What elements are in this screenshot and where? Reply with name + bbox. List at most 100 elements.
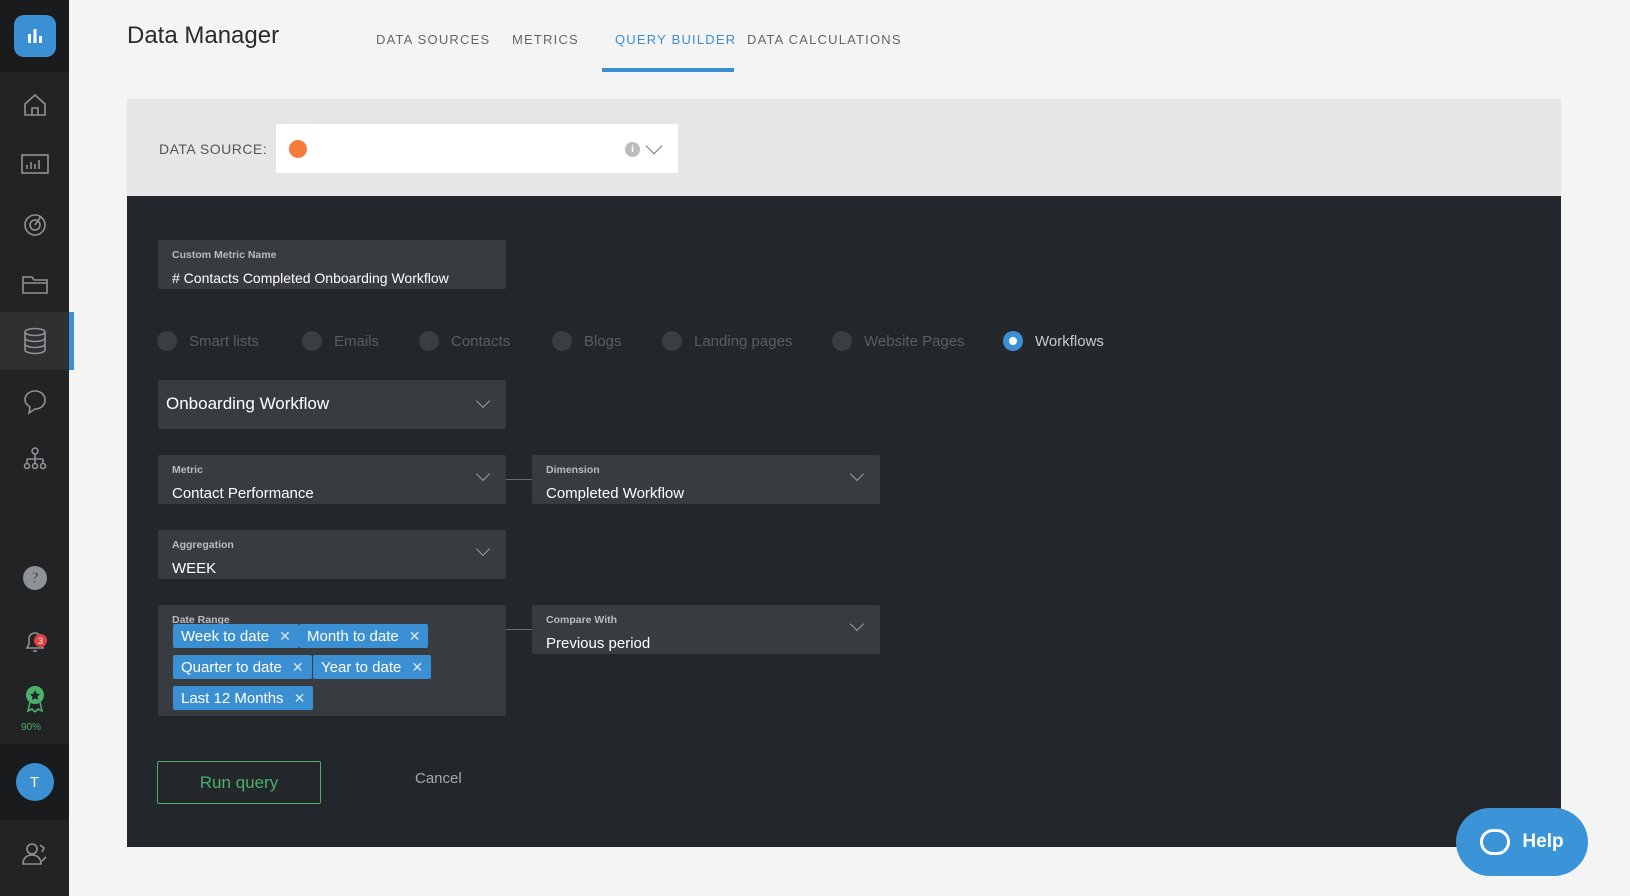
close-icon[interactable]: ✕ <box>279 628 291 645</box>
help-label: Help <box>1522 831 1564 852</box>
date-range-chip[interactable]: Month to date ✕ <box>299 624 429 648</box>
user-menu[interactable]: T <box>0 744 69 820</box>
radio-button <box>662 331 682 351</box>
close-icon[interactable]: ✕ <box>292 659 304 676</box>
radio-button <box>157 331 177 351</box>
org-chart-icon <box>23 447 46 470</box>
notification-count-badge: 3 <box>34 634 47 647</box>
custom-metric-name-value: # Contacts Completed Onboarding Workflow <box>172 270 449 286</box>
bar-chart-logo-icon <box>13 15 56 57</box>
sidebar-item-dashboards[interactable] <box>0 135 69 193</box>
custom-metric-name-label: Custom Metric Name <box>172 249 277 261</box>
award-badge-icon <box>25 686 44 713</box>
date-range-chip[interactable]: Year to date ✕ <box>313 655 432 679</box>
app-logo[interactable] <box>0 0 69 72</box>
compare-with-select[interactable]: Compare With Previous period <box>532 605 880 654</box>
radio-button <box>419 331 439 351</box>
active-tab-indicator <box>602 68 734 72</box>
radio-smart-lists[interactable]: Smart lists <box>157 331 259 351</box>
dashboard-icon <box>20 154 49 174</box>
home-icon <box>23 93 46 116</box>
database-icon <box>23 327 46 355</box>
date-range-chip[interactable]: Week to date ✕ <box>173 624 299 648</box>
help-button[interactable]: Help <box>1456 808 1588 876</box>
chat-bubble-icon <box>1480 829 1511 855</box>
chevron-down-icon <box>475 541 491 557</box>
sidebar-item-files[interactable] <box>0 254 69 312</box>
data-source-label: DATA SOURCE: <box>159 141 268 157</box>
user-settings-icon <box>21 843 47 865</box>
chevron-down-icon <box>849 616 865 632</box>
tab-data-calculations[interactable]: DATA CALCULATIONS <box>747 32 902 47</box>
close-icon[interactable]: ✕ <box>409 628 421 645</box>
run-query-button[interactable]: Run query <box>157 761 321 804</box>
close-icon[interactable]: ✕ <box>294 690 306 707</box>
radio-label: Contacts <box>451 332 511 350</box>
chevron-down-icon <box>475 393 491 409</box>
sidebar-item-team[interactable] <box>0 431 69 489</box>
dimension-value: Completed Workflow <box>546 485 685 502</box>
top-header: Data Manager DATA SOURCES METRICS QUERY … <box>69 0 1630 73</box>
radio-blogs[interactable]: Blogs <box>552 331 622 351</box>
radio-website-pages[interactable]: Website Pages <box>832 331 965 351</box>
field-connector <box>506 479 532 480</box>
close-icon[interactable]: ✕ <box>411 659 423 676</box>
workflow-select-value: Onboarding Workflow <box>166 394 330 413</box>
radio-label: Blogs <box>584 332 622 350</box>
radio-landing-pages[interactable]: Landing pages <box>662 331 792 351</box>
svg-text:?: ? <box>30 569 39 587</box>
sidebar-item-data-manager[interactable] <box>0 312 74 370</box>
chip-label: Month to date <box>307 627 399 645</box>
folder-icon <box>21 276 48 294</box>
avatar: T <box>15 763 54 801</box>
chip-label: Year to date <box>321 658 402 676</box>
tab-query-builder[interactable]: QUERY BUILDER <box>615 32 736 47</box>
data-source-select[interactable]: i <box>276 124 678 173</box>
chip-label: Last 12 Months <box>181 689 284 707</box>
cancel-button[interactable]: Cancel <box>415 770 462 787</box>
chat-icon <box>23 390 46 415</box>
radio-label: Landing pages <box>694 332 793 350</box>
radio-label: Smart lists <box>189 332 260 350</box>
aggregation-select[interactable]: Aggregation WEEK <box>158 530 506 579</box>
hubspot-icon <box>289 140 307 158</box>
compare-with-label: Compare With <box>546 614 618 626</box>
sidebar-item-achievements[interactable] <box>0 670 69 728</box>
aggregation-label: Aggregation <box>172 539 234 551</box>
date-range-chip[interactable]: Quarter to date ✕ <box>173 655 312 679</box>
sidebar: ? 3 90% T <box>0 0 74 896</box>
radio-contacts[interactable]: Contacts <box>419 331 510 351</box>
custom-metric-name-field[interactable]: Custom Metric Name # Contacts Completed … <box>158 240 506 289</box>
info-icon[interactable]: i <box>625 142 640 157</box>
workflow-select[interactable]: Onboarding Workflow <box>158 380 506 429</box>
field-connector <box>506 629 532 630</box>
radio-label: Workflows <box>1035 332 1104 350</box>
radio-emails[interactable]: Emails <box>302 331 379 351</box>
radio-workflows[interactable]: Workflows <box>1003 331 1104 351</box>
chevron-down-icon <box>849 466 865 482</box>
aggregation-value: WEEK <box>172 560 217 577</box>
sidebar-item-goals[interactable] <box>0 195 69 253</box>
radio-button <box>552 331 572 351</box>
radio-label: Emails <box>334 332 380 350</box>
dimension-select[interactable]: Dimension Completed Workflow <box>532 455 880 504</box>
question-circle-icon: ? <box>22 566 47 590</box>
compare-with-value: Previous period <box>546 635 651 652</box>
tab-data-sources[interactable]: DATA SOURCES <box>376 32 490 47</box>
metric-label: Metric <box>172 464 203 476</box>
page-title: Data Manager <box>127 22 280 49</box>
chevron-down-icon <box>645 137 663 155</box>
sidebar-item-chat[interactable] <box>0 372 69 430</box>
sidebar-item-home[interactable] <box>0 76 69 134</box>
metric-select[interactable]: Metric Contact Performance <box>158 455 506 504</box>
date-range-chip[interactable]: Last 12 Months ✕ <box>173 686 314 710</box>
radio-button <box>832 331 852 351</box>
achievement-progress-label: 90% <box>20 722 41 733</box>
goals-icon <box>23 214 46 236</box>
chevron-down-icon <box>475 466 491 482</box>
sidebar-item-help[interactable]: ? <box>0 549 69 607</box>
sidebar-item-account[interactable] <box>0 825 69 883</box>
metric-value: Contact Performance <box>172 485 314 502</box>
tab-metrics[interactable]: METRICS <box>512 32 579 47</box>
query-builder-panel <box>127 196 1561 847</box>
